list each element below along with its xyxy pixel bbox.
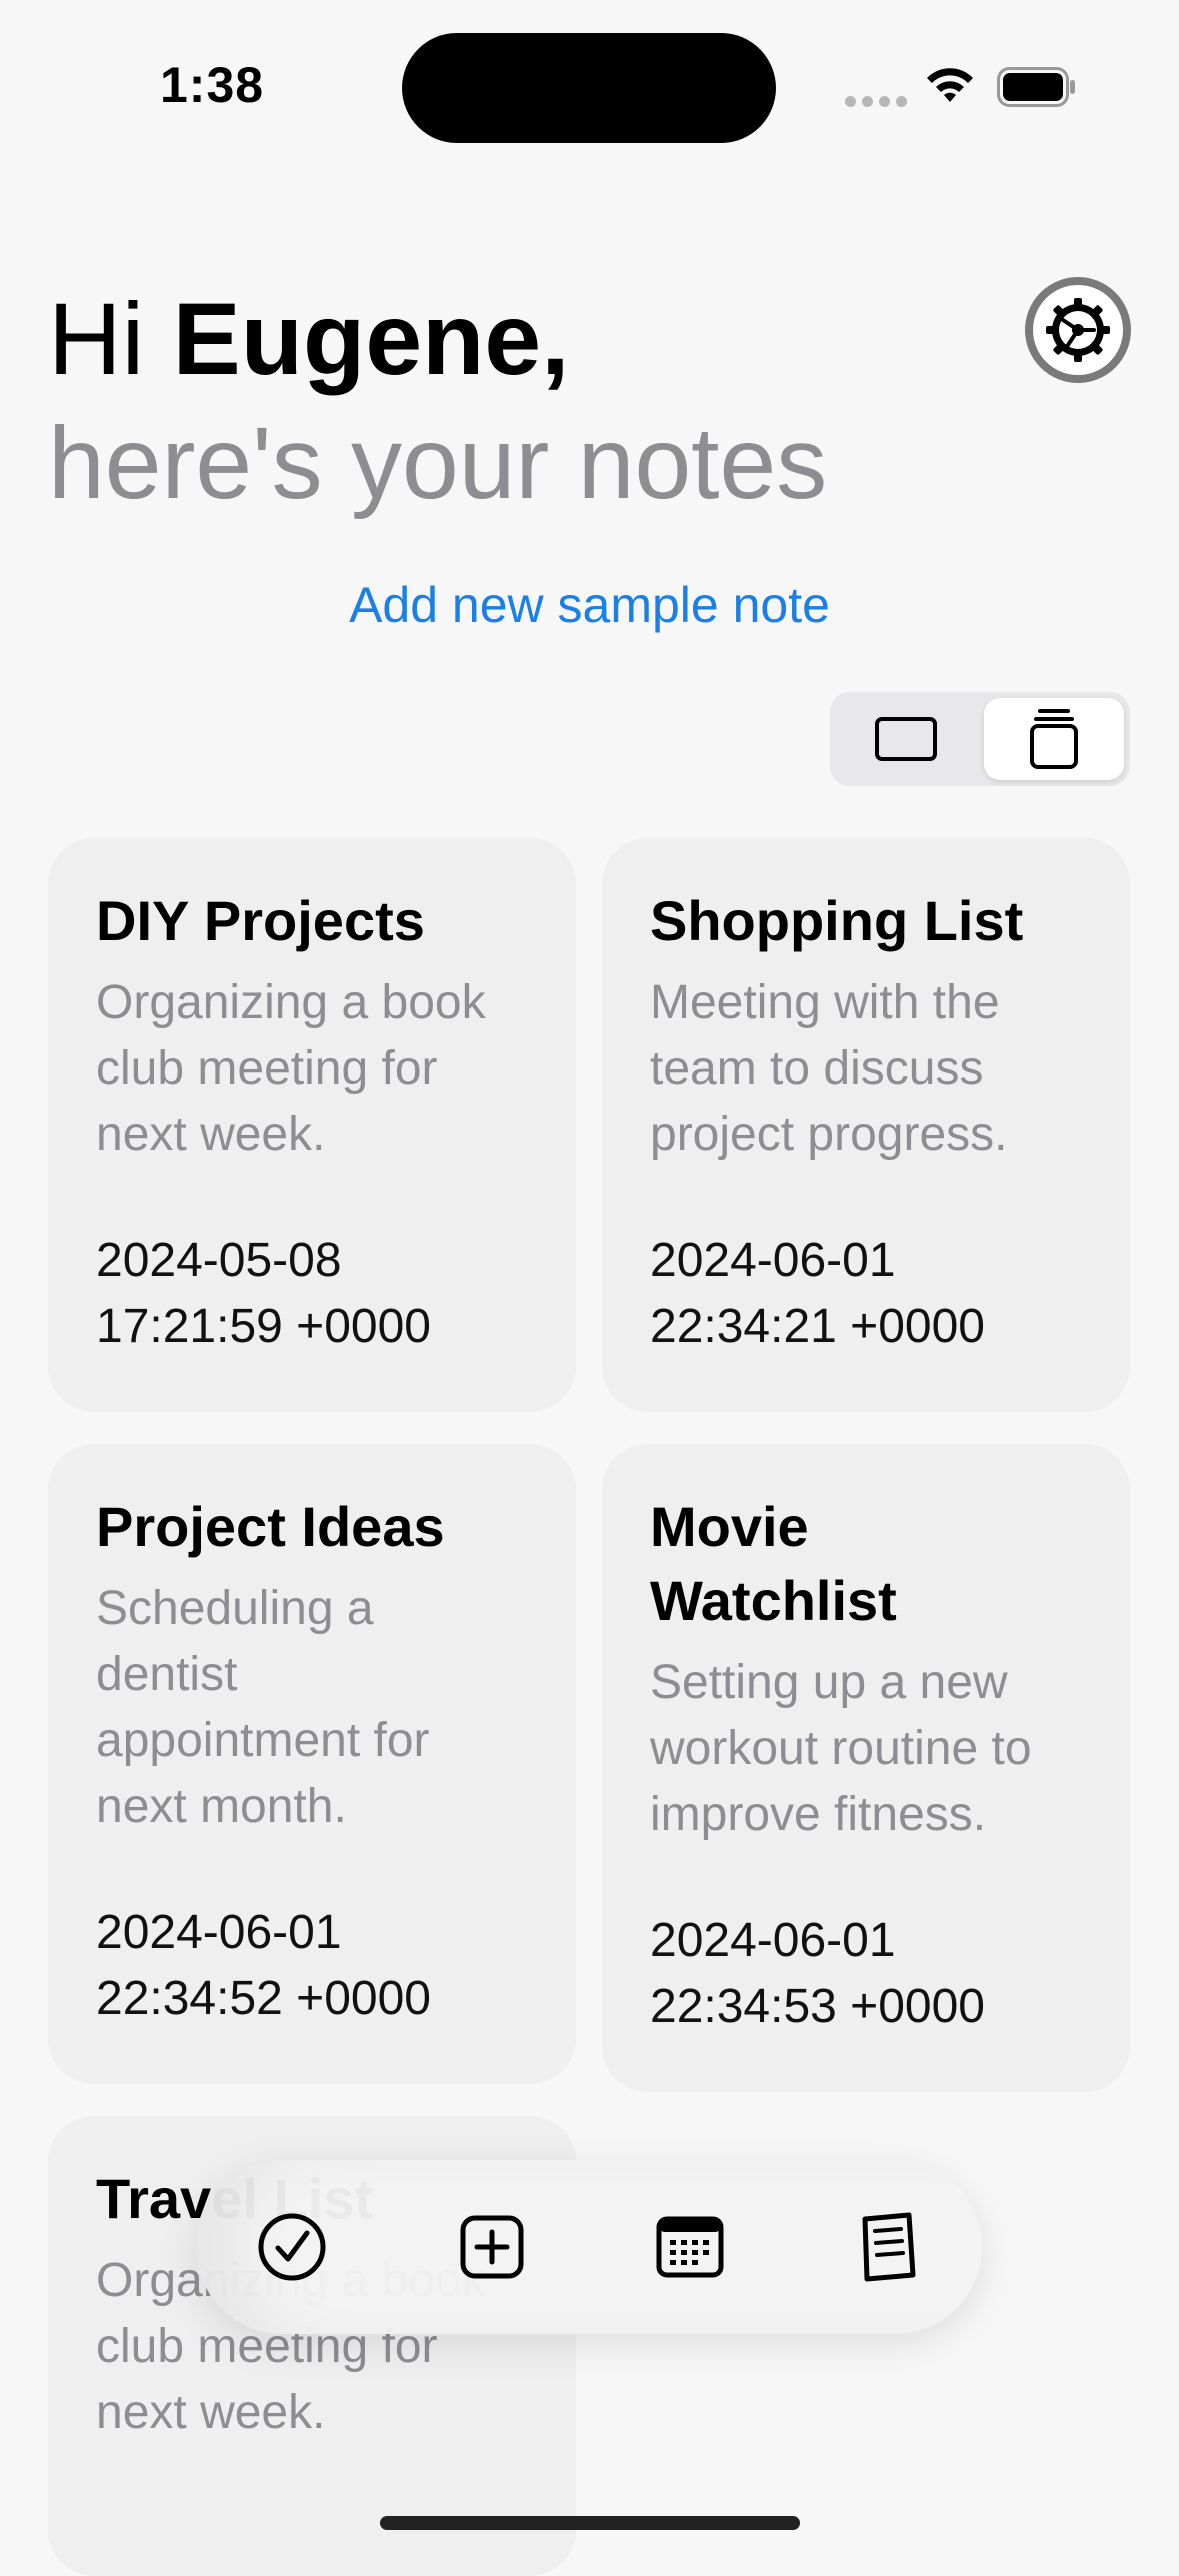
note-card[interactable]: DIY Projects Organizing a book club meet… [48,838,576,1412]
home-indicator [380,2516,800,2530]
notes-icon [862,2212,916,2282]
note-body: Meeting with the team to discuss project… [650,976,1008,1161]
tab-calendar[interactable] [640,2197,740,2297]
note-title: DIY Projects [96,889,425,952]
note-timestamp: 2024-05-08 17:21:59 +0000 [96,1228,528,1360]
note-body: Organizing a book club meeting for next … [96,976,486,1161]
wifi-icon [927,68,973,102]
status-time: 1:38 [160,57,265,113]
settings-button[interactable] [1024,276,1132,384]
calendar-icon [656,2216,724,2278]
note-title: Project Ideas [96,1495,445,1558]
note-title: Shopping List [650,889,1024,952]
note-date: 2024-06-01 [96,1906,342,1959]
greeting-heading: Hi Eugene, [48,280,569,398]
note-time: 17:21:59 +0000 [96,1300,431,1353]
note-card[interactable]: Movie Watchlist Setting up a new workout… [602,1444,1130,2092]
note-date: 2024-06-01 [650,1234,896,1287]
note-time: 22:34:53 +0000 [650,1980,985,2033]
user-name: Eugene, [172,282,570,396]
gear-icon [1025,277,1131,383]
note-date: 2024-05-08 [96,1234,342,1287]
cellular-signal-icon [845,96,907,107]
tab-notes[interactable] [838,2197,938,2297]
note-timestamp: 2024-06-01 22:34:52 +0000 [96,1900,528,2032]
page-subtitle: here's your notes [48,406,828,520]
add-sample-note-link[interactable]: Add new sample note [0,576,1179,634]
note-title: Movie Watchlist [650,1495,897,1632]
single-view-option[interactable] [836,698,976,780]
greeting-prefix: Hi [48,282,173,396]
stacked-view-option[interactable] [984,698,1124,780]
status-bar: 1:38 [0,0,1179,170]
note-time: 22:34:52 +0000 [96,1972,431,2025]
single-card-icon [875,717,937,761]
note-date: 2024-06-01 [650,1914,896,1967]
battery-icon [997,67,1075,107]
checkmark-circle-icon [258,2213,326,2281]
note-body: Scheduling a dentist appointment for nex… [96,1582,430,1833]
note-body: Setting up a new workout routine to impr… [650,1656,1032,1841]
note-timestamp: 2024-06-01 22:34:53 +0000 [650,1908,1082,2040]
floating-tab-bar [196,2160,982,2334]
note-card[interactable]: Project Ideas Scheduling a dentist appoi… [48,1444,576,2084]
layout-toggle[interactable] [830,692,1130,786]
dynamic-island [402,33,776,143]
note-card[interactable]: Shopping List Meeting with the team to d… [602,838,1130,1412]
tab-add-note[interactable] [442,2197,542,2297]
note-time: 22:34:21 +0000 [650,1300,985,1353]
plus-square-icon [460,2215,524,2279]
note-timestamp: 2024-06-01 22:34:21 +0000 [650,1228,1082,1360]
tab-completed[interactable] [242,2197,342,2297]
stacked-cards-icon [1030,709,1078,769]
